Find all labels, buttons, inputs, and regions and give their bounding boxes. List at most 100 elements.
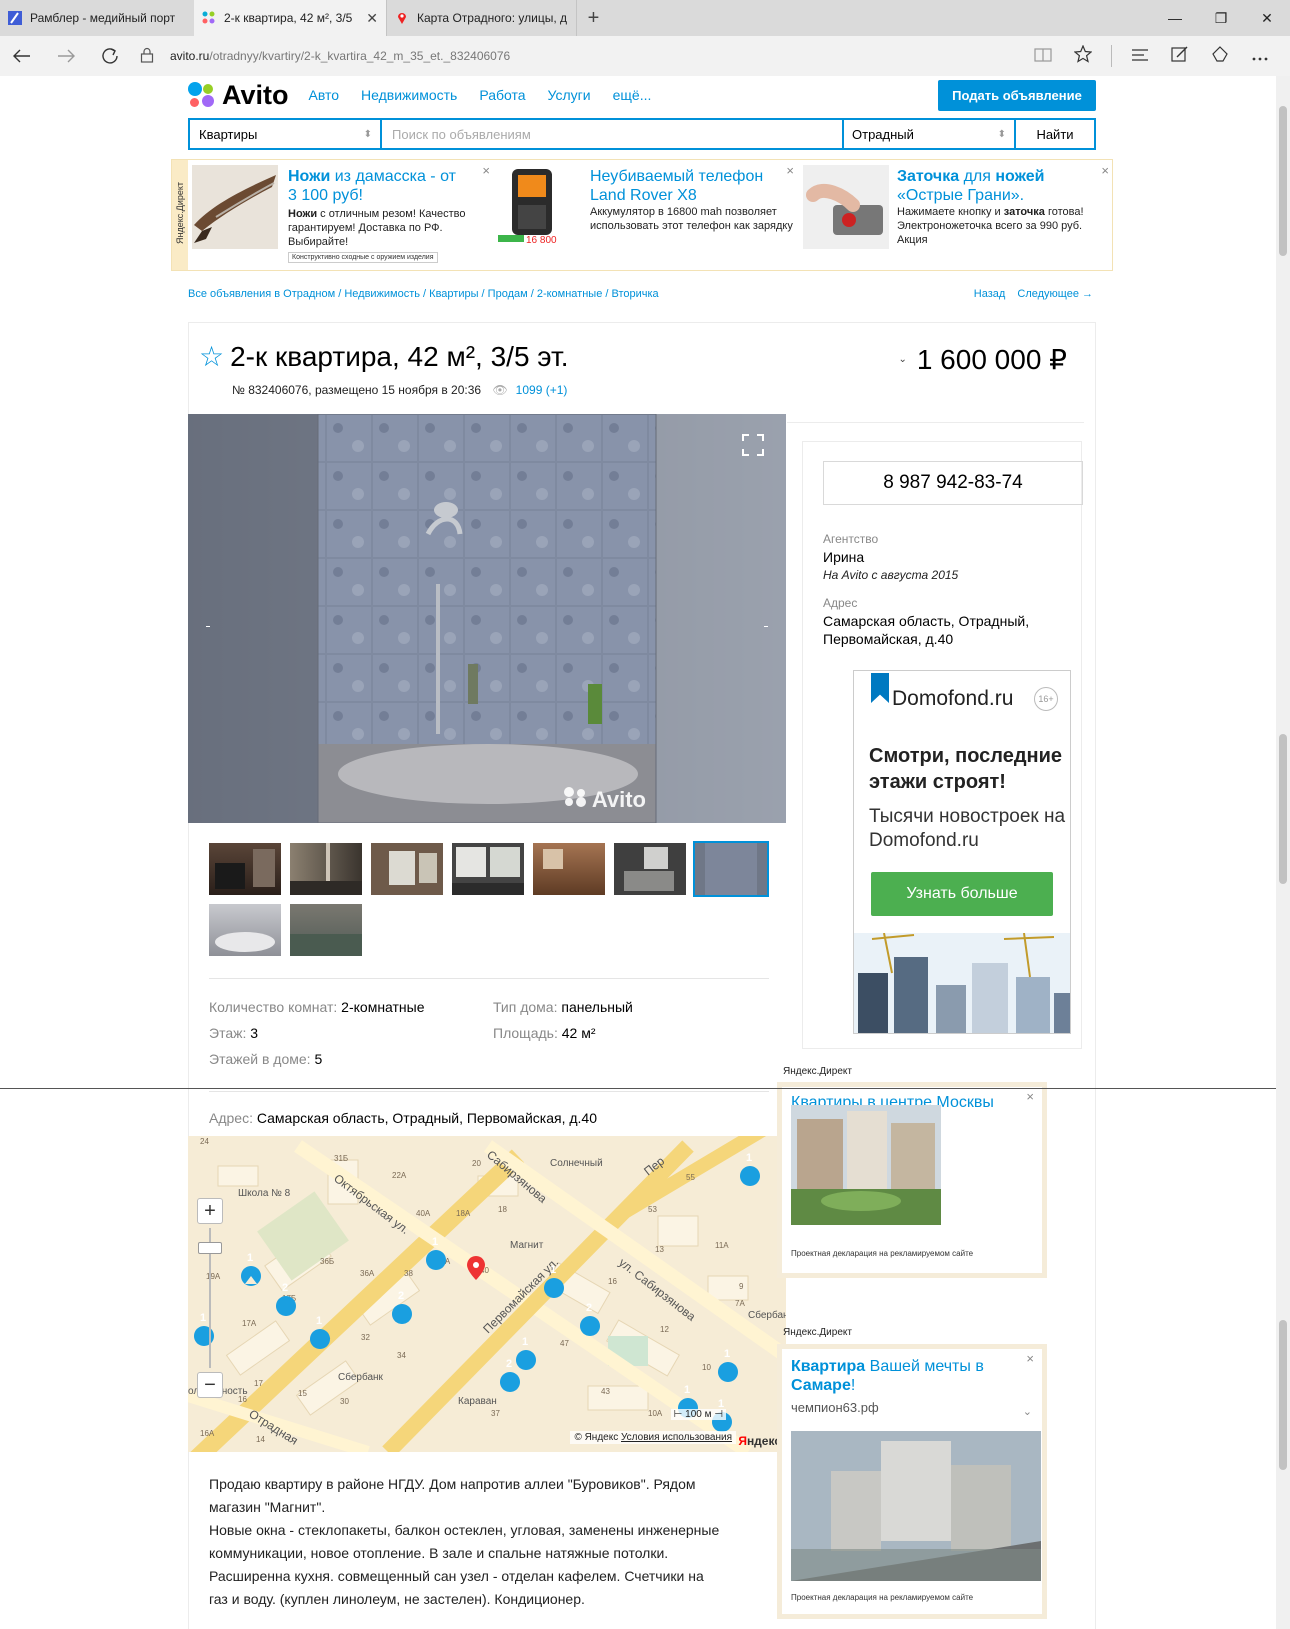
category-select[interactable]: Квартиры ⬍ bbox=[190, 120, 382, 148]
rambler-icon bbox=[8, 11, 22, 25]
nav-services[interactable]: Услуги bbox=[548, 87, 591, 103]
favorite-star-icon[interactable] bbox=[1063, 43, 1103, 68]
nav-more[interactable]: ещё... bbox=[613, 87, 652, 103]
close-window-button[interactable]: ✕ bbox=[1244, 0, 1290, 36]
prev-next-nav: Назад Следующее → bbox=[965, 288, 1093, 300]
main-nav: Авто Недвижимость Работа Услуги ещё... bbox=[309, 87, 674, 103]
thumbnail[interactable] bbox=[371, 843, 443, 895]
close-ad-icon[interactable]: × bbox=[1026, 1089, 1034, 1104]
search-input[interactable]: Поиск по объявлениям bbox=[382, 120, 842, 148]
scrollbar-thumb[interactable] bbox=[1279, 734, 1287, 884]
ad-domain[interactable]: чемпион63.рф bbox=[791, 1400, 879, 1415]
thumbnail[interactable] bbox=[290, 904, 362, 956]
svg-text:9: 9 bbox=[739, 1282, 744, 1291]
yandex-map[interactable]: Октябрьская ул. Первомайская ул. ул. Саб… bbox=[188, 1136, 786, 1452]
close-ad-icon[interactable]: × bbox=[1101, 163, 1109, 178]
tab-rambler[interactable]: Рамблер - медийный порт bbox=[0, 0, 194, 36]
price-dropdown-icon[interactable]: ⌄ bbox=[898, 354, 906, 365]
nav-auto[interactable]: Авто bbox=[309, 87, 340, 103]
phone-image: 16 800 bbox=[498, 165, 584, 249]
fullscreen-icon[interactable] bbox=[742, 434, 764, 461]
more-icon[interactable] bbox=[1240, 46, 1280, 67]
ad-phone[interactable]: 16 800 Неубиваемый телефон Land Rover X8… bbox=[498, 163, 794, 265]
close-tab-icon[interactable]: ✕ bbox=[366, 10, 378, 27]
thumbnail[interactable] bbox=[533, 843, 605, 895]
yandex-map-logo[interactable]: Яндекс bbox=[738, 1434, 781, 1448]
seller-panel: 8 987 942-83-74 Агентство Ирина На Avito… bbox=[787, 422, 1084, 1049]
close-ad-icon[interactable]: × bbox=[482, 163, 490, 178]
zoom-out-button[interactable]: − bbox=[197, 1372, 223, 1398]
city-select[interactable]: Отрадный ⬍ bbox=[842, 120, 1014, 148]
tab-map[interactable]: Карта Отрадного: улицы, д bbox=[386, 0, 576, 36]
new-tab-button[interactable]: + bbox=[576, 0, 610, 36]
thumbnail-selected[interactable] bbox=[693, 841, 769, 897]
next-photo-arrow[interactable] bbox=[764, 626, 768, 627]
ad-sharpener[interactable]: Заточка для ножей «Острые Грани». Нажима… bbox=[803, 163, 1109, 265]
svg-text:20: 20 bbox=[472, 1159, 481, 1168]
listing-card: ☆ 2-к квартира, 42 м², 3/5 эт. ⌄ 1 600 0… bbox=[188, 322, 1096, 1629]
nav-jobs[interactable]: Работа bbox=[479, 87, 525, 103]
hub-icon[interactable] bbox=[1120, 46, 1160, 67]
url-path: /otradnyy/kvartiry/2-k_kvartira_42_m_35_… bbox=[209, 49, 511, 63]
thumbnail[interactable] bbox=[290, 843, 362, 895]
zoom-slider[interactable] bbox=[198, 1228, 222, 1368]
zoom-in-button[interactable]: + bbox=[197, 1198, 223, 1224]
svg-text:17А: 17А bbox=[242, 1319, 257, 1328]
photo-gallery[interactable]: Avito bbox=[188, 414, 786, 823]
search-button[interactable]: Найти bbox=[1014, 120, 1094, 148]
avito-logo[interactable]: Avito bbox=[188, 80, 289, 111]
scrollbar-thumb[interactable] bbox=[1279, 1320, 1287, 1470]
close-ad-icon[interactable]: × bbox=[1026, 1351, 1034, 1366]
web-note-icon[interactable] bbox=[1160, 45, 1200, 68]
thumbnail[interactable] bbox=[452, 843, 524, 895]
side-ad-samara[interactable]: Квартира Вашей мечты в Самаре! × чемпион… bbox=[777, 1344, 1047, 1619]
zoom-knob[interactable] bbox=[198, 1242, 222, 1254]
svg-text:1: 1 bbox=[746, 1152, 752, 1164]
reading-view-icon[interactable] bbox=[1023, 46, 1063, 67]
close-ad-icon[interactable]: × bbox=[786, 163, 794, 178]
chevron-down-icon[interactable]: ⌄ bbox=[1023, 1405, 1032, 1418]
forward-button[interactable] bbox=[44, 36, 88, 76]
tab-avito[interactable]: 2-к квартира, 42 м², 3/5 ✕ bbox=[194, 0, 386, 36]
seller-info: Агентство Ирина На Avito с августа 2015 bbox=[823, 532, 959, 582]
favorite-star-icon[interactable]: ☆ bbox=[199, 343, 224, 371]
domofond-brand: Domofond.ru bbox=[892, 687, 1014, 710]
refresh-button[interactable] bbox=[88, 36, 132, 76]
logo-text: Avito bbox=[222, 79, 289, 110]
svg-text:30: 30 bbox=[340, 1397, 349, 1406]
tab-label: Карта Отрадного: улицы, д bbox=[417, 11, 567, 25]
thumbnail[interactable] bbox=[209, 843, 281, 895]
minimize-button[interactable]: — bbox=[1152, 0, 1198, 36]
phone-number-button[interactable]: 8 987 942-83-74 bbox=[823, 461, 1083, 505]
svg-text:Караван: Караван bbox=[458, 1396, 497, 1407]
direct-label: Яндекс.Директ bbox=[783, 1327, 852, 1338]
back-button[interactable] bbox=[0, 36, 44, 76]
param-floors-total: Этажей в доме: 5 bbox=[209, 1051, 323, 1067]
side-ad-moscow[interactable]: Квартиры в центре Москвы × Проектная дек… bbox=[777, 1082, 1047, 1278]
next-link[interactable]: Следующее → bbox=[1017, 288, 1093, 300]
thumbnail[interactable] bbox=[614, 843, 686, 895]
svg-text:1: 1 bbox=[724, 1348, 730, 1360]
breadcrumb[interactable]: Все объявления в Отрадном / Недвижимость… bbox=[188, 288, 659, 300]
view-count[interactable]: 1099 (+1) bbox=[516, 383, 568, 397]
svg-text:12: 12 bbox=[660, 1325, 669, 1334]
thumbnail[interactable] bbox=[209, 904, 281, 956]
svg-text:1: 1 bbox=[316, 1315, 322, 1327]
svg-text:22А: 22А bbox=[392, 1171, 407, 1180]
seller-name[interactable]: Ирина bbox=[823, 548, 958, 566]
learn-more-button[interactable]: Узнать больше bbox=[871, 872, 1053, 916]
url-field[interactable]: avito.ru/otradnyy/kvartiry/2-k_kvartira_… bbox=[140, 47, 1023, 66]
post-ad-button[interactable]: Подать объявление bbox=[938, 79, 1096, 111]
svg-text:1: 1 bbox=[684, 1384, 690, 1396]
share-icon[interactable] bbox=[1200, 45, 1240, 68]
divider bbox=[209, 1091, 769, 1092]
scrollbar-thumb[interactable] bbox=[1279, 106, 1287, 256]
restore-button[interactable]: ❐ bbox=[1198, 0, 1244, 36]
page-scrollbar[interactable] bbox=[1276, 76, 1290, 1629]
ad-knives[interactable]: Ножи из дамасска - от 3 100 руб! Ножи с … bbox=[192, 163, 490, 265]
prev-link[interactable]: Назад bbox=[974, 288, 1006, 300]
domofond-banner[interactable]: Domofond.ru 16+ Смотри, последние этажи … bbox=[853, 670, 1071, 1034]
map-terms-link[interactable]: Условия использования bbox=[621, 1432, 732, 1443]
prev-photo-arrow[interactable] bbox=[206, 626, 210, 627]
nav-realty[interactable]: Недвижимость bbox=[361, 87, 457, 103]
